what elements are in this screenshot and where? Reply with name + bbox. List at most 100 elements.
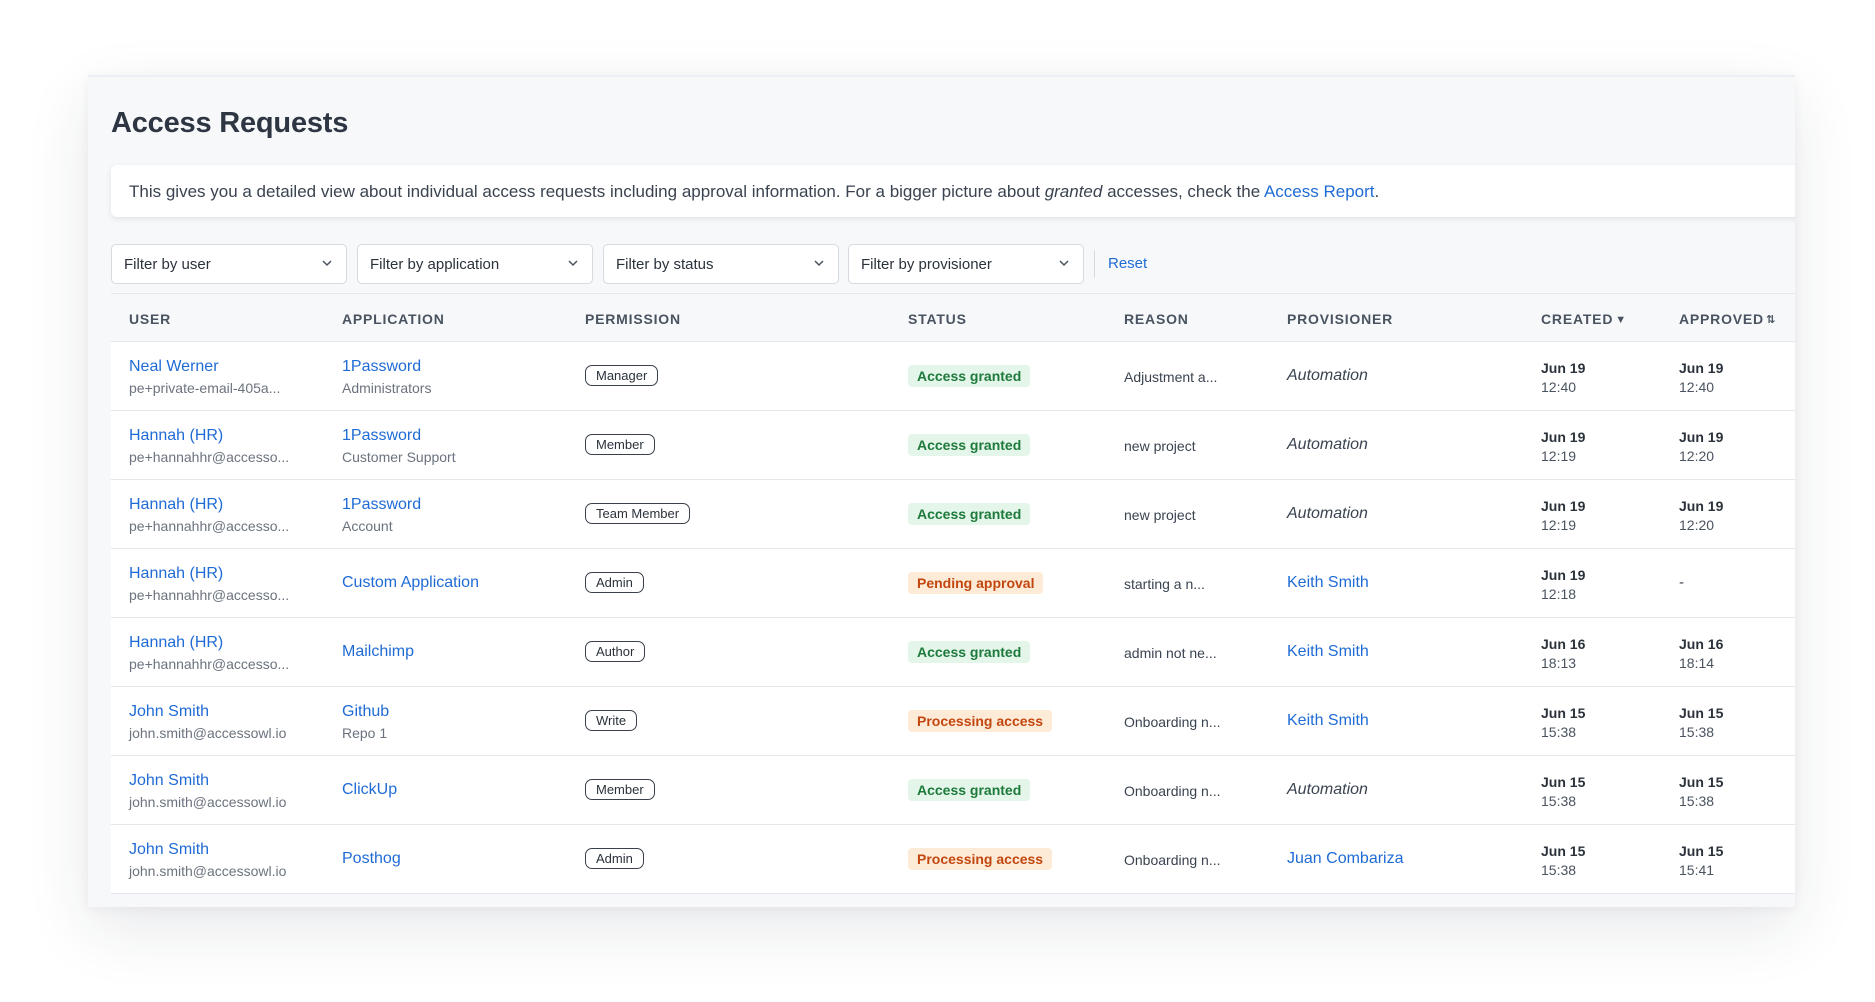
filter-status-select[interactable]: Filter by status [603, 244, 839, 284]
sort-icon: ⇅ [1765, 314, 1777, 326]
application-link[interactable]: ClickUp [342, 781, 397, 799]
permission-cell: Admin [585, 848, 644, 869]
created-date: Jun 16 [1541, 636, 1586, 652]
reason-text[interactable]: new project [1124, 438, 1196, 454]
column-header-application[interactable]: Application [342, 311, 445, 327]
user-email: pe+private-email-405a... [129, 380, 281, 396]
provisioner-automation: Automation [1287, 781, 1368, 798]
table-row[interactable]: Hannah (HR) pe+hannahhr@accesso... Mailc… [111, 618, 1795, 687]
reason-text[interactable]: Onboarding n... [1124, 714, 1221, 730]
user-name-link[interactable]: John Smith [129, 703, 286, 721]
application-subtitle: Administrators [342, 380, 432, 396]
created-cell: Jun 15 15:38 [1541, 843, 1585, 878]
approved-cell: Jun 15 15:41 [1679, 843, 1723, 878]
provisioner-automation: Automation [1287, 436, 1368, 453]
column-header-permission[interactable]: Permission [585, 311, 681, 327]
user-name-link[interactable]: Hannah (HR) [129, 565, 289, 583]
application-link[interactable]: Posthog [342, 850, 401, 868]
application-link[interactable]: Custom Application [342, 574, 479, 592]
column-header-created[interactable]: Created ▼ [1541, 311, 1627, 327]
status-cell: Access granted [908, 641, 1031, 663]
provisioner-link[interactable]: Juan Combariza [1287, 850, 1404, 868]
permission-cell: Admin [585, 572, 644, 593]
approved-time: 15:38 [1679, 793, 1715, 809]
user-name-link[interactable]: Hannah (HR) [129, 634, 289, 652]
user-cell: John Smith john.smith@accessowl.io [129, 841, 286, 879]
approved-time: 15:38 [1679, 724, 1715, 740]
info-text: This gives you a detailed view about ind… [129, 182, 1045, 201]
status-badge: Access granted [908, 779, 1031, 801]
application-link[interactable]: Github [342, 703, 389, 721]
status-cell: Processing access [908, 710, 1053, 732]
approved-cell: Jun 19 12:20 [1679, 429, 1723, 464]
user-name-link[interactable]: Hannah (HR) [129, 427, 289, 445]
created-cell: Jun 16 18:13 [1541, 636, 1585, 671]
chevron-down-icon [1059, 260, 1069, 267]
approved-cell: Jun 16 18:14 [1679, 636, 1723, 671]
reason-text[interactable]: Onboarding n... [1124, 783, 1221, 799]
created-cell: Jun 19 12:40 [1541, 360, 1585, 395]
table-row[interactable]: John Smith john.smith@accessowl.io Click… [111, 756, 1795, 825]
info-text-after: accesses, check the [1102, 182, 1264, 201]
approved-date: Jun 15 [1679, 705, 1724, 721]
user-name-link[interactable]: Neal Werner [129, 358, 280, 376]
approved-time: 12:20 [1679, 517, 1715, 533]
provisioner-link[interactable]: Keith Smith [1287, 712, 1369, 730]
table-row[interactable]: Hannah (HR) pe+hannahhr@accesso... 1Pass… [111, 480, 1795, 549]
reason-text[interactable]: starting a n... [1124, 576, 1205, 592]
created-time: 12:19 [1541, 448, 1577, 464]
user-name-link[interactable]: Hannah (HR) [129, 496, 289, 514]
filter-divider [1094, 250, 1095, 278]
user-name-link[interactable]: John Smith [129, 841, 286, 859]
filter-user-select[interactable]: Filter by user [111, 244, 347, 284]
access-report-link[interactable]: Access Report [1264, 182, 1375, 201]
application-cell: Custom Application [342, 574, 479, 592]
application-link[interactable]: 1Password [342, 427, 456, 445]
provisioner-link[interactable]: Keith Smith [1287, 643, 1369, 661]
reason-text[interactable]: new project [1124, 507, 1196, 523]
provisioner-link[interactable]: Keith Smith [1287, 574, 1369, 592]
application-cell: Mailchimp [342, 643, 414, 661]
approved-time: 12:20 [1679, 448, 1715, 464]
column-header-user[interactable]: User [129, 311, 171, 327]
user-cell: Hannah (HR) pe+hannahhr@accesso... [129, 427, 289, 465]
table-row[interactable]: John Smith john.smith@accessowl.io Githu… [111, 687, 1795, 756]
user-cell: Hannah (HR) pe+hannahhr@accesso... [129, 565, 289, 603]
filter-application-select[interactable]: Filter by application [357, 244, 593, 284]
application-link[interactable]: Mailchimp [342, 643, 414, 661]
created-cell: Jun 15 15:38 [1541, 774, 1585, 809]
status-cell: Access granted [908, 365, 1031, 387]
created-time: 15:38 [1541, 724, 1577, 740]
permission-tag: Member [585, 779, 655, 800]
created-time: 15:38 [1541, 793, 1577, 809]
filter-application-label: Filter by application [370, 256, 500, 273]
reason-text[interactable]: admin not ne... [1124, 645, 1217, 661]
approved-cell: Jun 19 12:40 [1679, 360, 1723, 395]
filter-status-label: Filter by status [616, 256, 714, 273]
user-cell: Hannah (HR) pe+hannahhr@accesso... [129, 496, 289, 534]
permission-cell: Write [585, 710, 638, 731]
column-header-approved[interactable]: Approved ⇅ [1679, 311, 1776, 327]
application-link[interactable]: 1Password [342, 358, 431, 376]
status-badge: Access granted [908, 365, 1031, 387]
application-link[interactable]: 1Password [342, 496, 421, 514]
reset-filters-link[interactable]: Reset [1108, 255, 1147, 272]
column-header-provisioner[interactable]: Provisioner [1287, 311, 1393, 327]
user-name-link[interactable]: John Smith [129, 772, 286, 790]
column-header-status[interactable]: Status [908, 311, 967, 327]
created-date: Jun 19 [1541, 429, 1586, 445]
application-cell: ClickUp [342, 781, 397, 799]
table-row[interactable]: John Smith john.smith@accessowl.io Posth… [111, 825, 1795, 894]
permission-tag: Admin [585, 848, 644, 869]
reason-text[interactable]: Onboarding n... [1124, 852, 1221, 868]
application-cell: 1Password Customer Support [342, 427, 456, 465]
filter-provisioner-select[interactable]: Filter by provisioner [848, 244, 1084, 284]
application-cell: 1Password Administrators [342, 358, 431, 396]
approved-cell: Jun 15 15:38 [1679, 774, 1723, 809]
table-row[interactable]: Hannah (HR) pe+hannahhr@accesso... 1Pass… [111, 411, 1795, 480]
table-row[interactable]: Hannah (HR) pe+hannahhr@accesso... Custo… [111, 549, 1795, 618]
reason-text[interactable]: Adjustment a... [1124, 369, 1217, 385]
table-row[interactable]: Neal Werner pe+private-email-405a... 1Pa… [111, 342, 1795, 411]
created-cell: Jun 15 15:38 [1541, 705, 1585, 740]
column-header-reason[interactable]: Reason [1124, 311, 1189, 327]
